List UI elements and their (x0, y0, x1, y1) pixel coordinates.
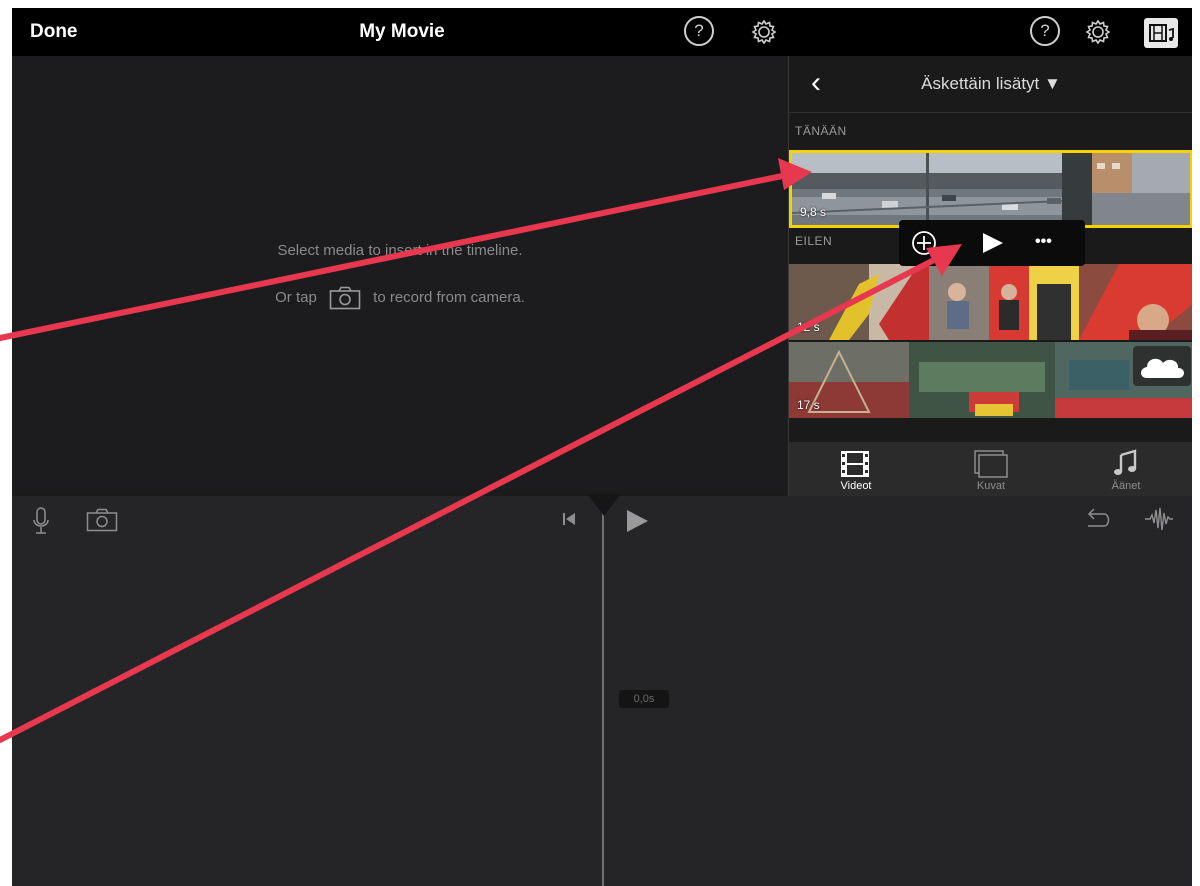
tab-videos-label: Videot (840, 480, 872, 492)
project-title: My Movie (359, 21, 445, 42)
tab-audio[interactable]: Äänet (1059, 442, 1192, 496)
undo-icon[interactable] (1084, 508, 1110, 530)
clip-thumbnail (789, 264, 1192, 340)
hint-record-prefix: Or tap (275, 288, 317, 306)
cloud-icon (1133, 346, 1191, 386)
media-library-button[interactable] (1144, 18, 1178, 48)
media-browser-panel: ‹ Äskettäin lisätyt ▼ TÄNÄÄN 9,8 s EILEN… (788, 56, 1192, 496)
top-bar: Done My Movie ? ? (12, 8, 1192, 56)
camera-icon[interactable] (86, 508, 118, 532)
album-selector[interactable]: Äskettäin lisätyt ▼ (789, 74, 1192, 94)
tab-videos[interactable]: Videot (789, 442, 923, 496)
settings-icon-right[interactable] (1084, 18, 1112, 46)
film-icon (841, 451, 869, 477)
playhead-marker (587, 494, 621, 516)
help-icon-right[interactable]: ? (1030, 16, 1060, 46)
clip-thumbnail (792, 153, 1190, 225)
clip-duration: 17 s (797, 398, 820, 412)
photos-icon (974, 450, 1008, 478)
microphone-icon[interactable] (32, 506, 50, 536)
tab-photos-label: Kuvat (976, 480, 1006, 492)
clip-thumbnail (789, 342, 1192, 418)
viewer-area: Select media to insert in the timeline. … (12, 56, 788, 490)
section-label-yesterday: EILEN (795, 234, 833, 248)
play-icon[interactable] (981, 232, 1005, 254)
timecode-label: 0,0s (619, 690, 669, 708)
media-browser-header: ‹ Äskettäin lisätyt ▼ (789, 56, 1192, 113)
playhead-line (602, 502, 604, 886)
play-timeline-icon[interactable] (624, 508, 650, 534)
video-clip-yesterday-2[interactable]: 17 s (789, 342, 1192, 418)
music-note-icon (1114, 449, 1137, 475)
hint-select-media: Select media to insert in the timeline. (277, 242, 523, 259)
clip-duration: 9,8 s (800, 205, 827, 219)
tab-photos[interactable]: Kuvat (924, 442, 1058, 496)
more-icon[interactable]: ••• (1035, 233, 1052, 251)
clip-duration: 12 s (797, 320, 820, 334)
section-label-today: TÄNÄÄN (795, 124, 847, 138)
help-icon[interactable]: ? (684, 16, 714, 46)
skip-to-start-icon[interactable] (562, 512, 576, 526)
video-clip-yesterday-1[interactable]: 12 s (789, 264, 1192, 340)
audio-waveform-icon[interactable] (1144, 506, 1174, 532)
add-icon[interactable] (911, 230, 937, 256)
hint-record-suffix: to record from camera. (373, 288, 525, 306)
imovie-screen: Done My Movie ? ? Select media to insert… (12, 8, 1192, 886)
clip-action-popup: ••• (899, 220, 1085, 266)
media-tab-bar: Videot Kuvat Äänet (789, 442, 1192, 496)
hint-record: Or tap to record from camera. (12, 286, 788, 310)
video-clip-today[interactable]: 9,8 s (789, 150, 1192, 228)
camera-icon (329, 286, 361, 310)
tab-audio-label: Äänet (1111, 480, 1141, 492)
film-music-icon (1149, 24, 1174, 42)
settings-icon[interactable] (750, 18, 778, 46)
